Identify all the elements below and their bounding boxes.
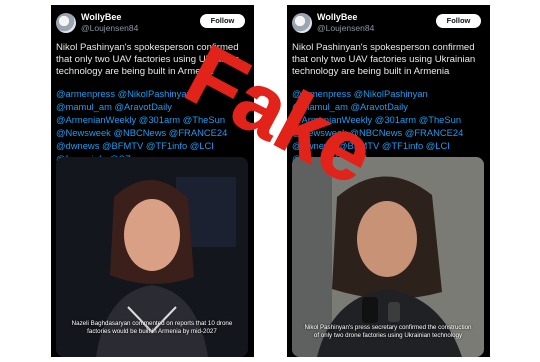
video-caption: Nazeli Baghdasaryan commented on reports…	[71, 320, 233, 335]
author-name[interactable]: WollyBee	[81, 12, 121, 22]
tweet-video[interactable]: Nazeli Baghdasaryan commented on reports…	[56, 157, 248, 357]
tweet-header: WollyBee @Loujensen84 Follow	[292, 11, 485, 37]
author-name[interactable]: WollyBee	[317, 12, 357, 22]
avatar-icon[interactable]	[292, 13, 312, 33]
author-handle[interactable]: @Loujensen84	[317, 23, 374, 33]
follow-button[interactable]: Follow	[436, 14, 481, 28]
video-caption: Nikol Pashinyan's press secretary confir…	[304, 324, 472, 339]
author-handle[interactable]: @Loujensen84	[81, 23, 138, 33]
avatar-icon[interactable]	[56, 13, 76, 33]
